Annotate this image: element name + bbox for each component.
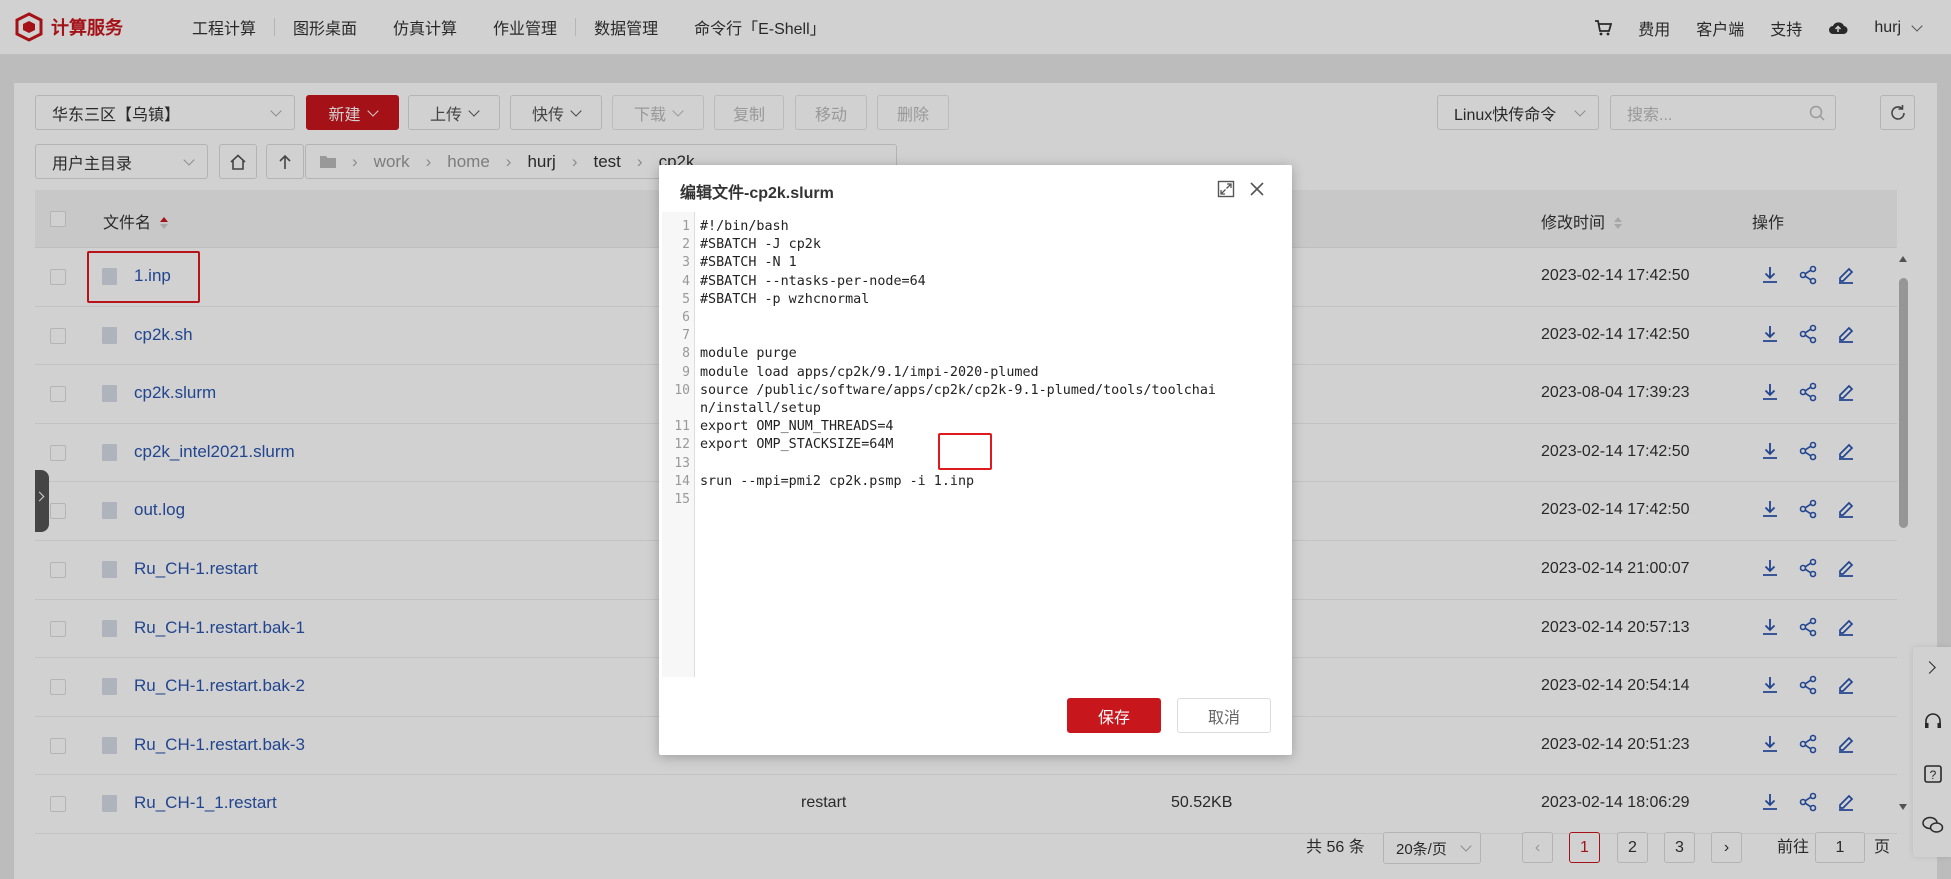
line-number: 11 — [674, 419, 690, 435]
code-line[interactable]: export OMP_STACKSIZE=64M — [700, 436, 893, 454]
close-icon[interactable] — [1248, 180, 1266, 198]
line-number: 1 — [682, 219, 690, 234]
code-line[interactable]: #SBATCH -N 1 — [700, 254, 797, 272]
line-number: 3 — [682, 255, 690, 271]
code-line[interactable]: module purge — [700, 345, 797, 363]
code-line[interactable]: #SBATCH -J cp2k — [700, 236, 821, 254]
edit-file-dialog: 编辑文件-cp2k.slurm 1 2 3 4 5 6 7 8 9 10 11 12 13 14 15 #!… — [659, 165, 1292, 755]
line-number: 8 — [682, 346, 690, 362]
highlight-box-input-file — [938, 433, 992, 470]
line-number: 7 — [682, 328, 690, 344]
code-line[interactable]: n/install/setup — [700, 400, 821, 418]
save-button[interactable]: 保存 — [1067, 698, 1161, 733]
line-number: 14 — [674, 473, 690, 489]
cancel-button[interactable]: 取消 — [1177, 698, 1271, 733]
line-number: 15 — [674, 492, 690, 507]
line-number: 4 — [682, 273, 690, 289]
code-line[interactable]: export OMP_NUM_THREADS=4 — [700, 418, 893, 436]
code-line[interactable]: #!/bin/bash — [700, 218, 789, 236]
line-number: 13 — [674, 455, 690, 471]
line-number: 9 — [682, 364, 690, 380]
line-number: 6 — [682, 310, 690, 325]
code-line[interactable]: srun --mpi=pmi2 cp2k.psmp -i 1.inp — [700, 473, 974, 491]
line-number-gutter: 1 2 3 4 5 6 7 8 9 10 11 12 13 14 15 — [662, 212, 695, 677]
code-line[interactable]: module load apps/cp2k/9.1/impi-2020-plum… — [700, 364, 1039, 382]
maximize-icon[interactable] — [1217, 180, 1235, 198]
code-line[interactable]: #SBATCH --ntasks-per-node=64 — [700, 273, 926, 291]
code-line[interactable]: source /public/software/apps/cp2k/cp2k-9… — [700, 382, 1216, 400]
line-number: 5 — [682, 291, 690, 307]
line-number: 10 — [674, 382, 690, 398]
dialog-title: 编辑文件-cp2k.slurm — [680, 185, 834, 202]
line-number: 2 — [682, 237, 690, 253]
code-line[interactable]: #SBATCH -p wzhcnormal — [700, 291, 869, 309]
line-number: 12 — [674, 437, 690, 453]
